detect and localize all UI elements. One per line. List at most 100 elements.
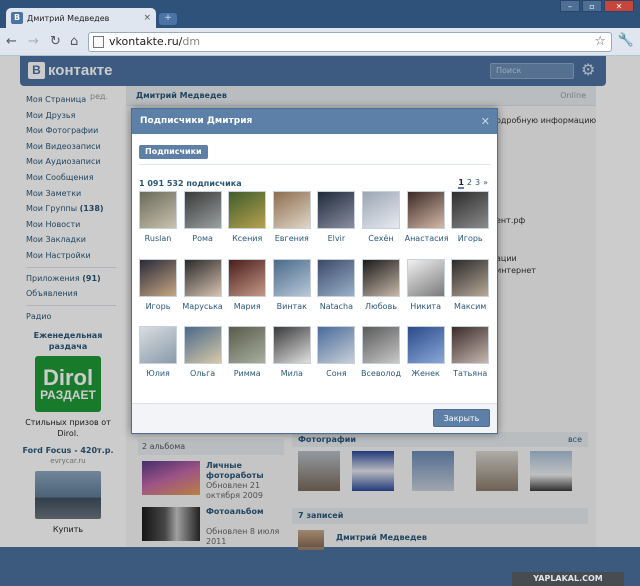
follower-item[interactable]: Любовь [360,258,402,311]
page-icon [93,36,104,48]
follower-item[interactable]: Игорь [449,191,491,243]
follower-photo[interactable] [317,258,356,297]
page-link[interactable]: 1 [458,178,464,189]
follower-photo[interactable] [406,191,445,229]
follower-name[interactable]: Сехён [360,234,402,243]
minimize-button[interactable]: – [560,0,580,12]
follower-photo[interactable] [228,191,267,229]
follower-photo[interactable] [272,191,311,229]
follower-photo[interactable] [406,326,445,364]
follower-photo[interactable] [183,258,222,297]
wrench-menu-icon[interactable]: 🔧 [618,33,634,48]
follower-photo[interactable] [272,326,311,364]
back-button[interactable]: ← [6,34,17,50]
follower-item[interactable]: Мила [271,326,313,378]
follower-photo[interactable] [317,326,356,364]
follower-name[interactable]: Игорь [137,302,179,311]
followers-modal: Подписчики Дмитрия ✕ Подписчики 1 091 53… [131,108,498,434]
follower-name[interactable]: Ruslan [137,234,179,243]
follower-name[interactable]: Винтак [271,302,313,311]
new-tab-button[interactable]: + [159,13,177,25]
url-host: vkontakte.ru/ [109,35,183,48]
reload-button[interactable]: ↻ [50,34,61,50]
browser-tab[interactable]: В Дмитрий Медведев × [6,8,156,28]
follower-name[interactable]: Маруська [182,302,224,311]
close-icon[interactable]: ✕ [481,109,490,134]
follower-photo[interactable] [228,258,267,297]
tab-followers[interactable]: Подписчики [139,145,208,159]
follower-photo[interactable] [272,258,311,297]
follower-item[interactable]: Анастасия [405,191,449,243]
follower-name[interactable]: Мария [226,302,268,311]
follower-item[interactable]: Ольга [182,326,224,378]
page-link[interactable]: 2 [467,178,472,189]
follower-item[interactable]: Рома [182,191,224,243]
bookmark-star-icon[interactable]: ☆ [594,33,606,51]
follower-item[interactable]: Сехён [360,191,402,243]
follower-item[interactable]: Маруська [182,258,224,311]
follower-name[interactable]: Юлия [137,369,179,378]
follower-name[interactable]: Elvir [315,234,357,243]
window-controls: – ▫ ✕ [558,0,634,12]
close-button[interactable]: Закрыть [433,409,490,427]
follower-photo[interactable] [139,191,177,229]
home-button[interactable]: ⌂ [70,34,78,50]
follower-name[interactable]: Максим [449,302,491,311]
follower-item[interactable]: Natacha [315,258,357,311]
page-content: В контакте Поиск ⚙ ред. Моя Страница Мои… [0,56,640,586]
follower-name[interactable]: Соня [315,369,357,378]
follower-name[interactable]: Мила [271,369,313,378]
follower-name[interactable]: Рома [182,234,224,243]
follower-item[interactable]: Максим [449,258,491,311]
follower-item[interactable]: Никита [405,258,447,311]
follower-photo[interactable] [139,258,177,297]
follower-name[interactable]: Ксения [226,234,268,243]
follower-name[interactable]: Natacha [315,302,357,311]
follower-photo[interactable] [362,191,400,229]
follower-item[interactable]: Евгения [271,191,313,243]
follower-photo[interactable] [228,326,267,364]
next-page-link[interactable]: » [483,178,488,189]
follower-item[interactable]: Мария [226,258,268,311]
follower-name[interactable]: Игорь [449,234,491,243]
follower-item[interactable]: Ruslan [137,191,179,243]
follower-name[interactable]: Римма [226,369,268,378]
follower-name[interactable]: Ольга [182,369,224,378]
follower-name[interactable]: Анастасия [405,234,449,243]
follower-photo[interactable] [451,258,490,297]
follower-photo[interactable] [451,191,490,229]
browser-tab-bar: В Дмитрий Медведев × + – ▫ ✕ [0,0,640,28]
follower-item[interactable]: Elvir [315,191,357,243]
follower-item[interactable]: Ксения [226,191,268,243]
follower-item[interactable]: Римма [226,326,268,378]
follower-name[interactable]: Женек [405,369,447,378]
follower-name[interactable]: Любовь [360,302,402,311]
follower-item[interactable]: Игорь [137,258,179,311]
follower-name[interactable]: Всеволод [360,369,402,378]
maximize-button[interactable]: ▫ [582,0,602,12]
page-link[interactable]: 3 [475,178,480,189]
follower-photo[interactable] [139,326,177,364]
follower-item[interactable]: Всеволод [360,326,402,378]
follower-name[interactable]: Татьяна [449,369,491,378]
follower-photo[interactable] [451,326,490,364]
follower-photo[interactable] [317,191,356,229]
follower-photo[interactable] [183,326,222,364]
follower-name[interactable]: Евгения [271,234,313,243]
follower-name[interactable]: Никита [405,302,447,311]
follower-photo[interactable] [362,326,400,364]
follower-item[interactable]: Татьяна [449,326,491,378]
tab-close-icon[interactable]: × [143,13,151,23]
follower-photo[interactable] [406,258,445,297]
follower-photo[interactable] [362,258,400,297]
address-bar[interactable]: vkontakte.ru/dm ☆ [88,32,612,52]
follower-item[interactable]: Женек [405,326,447,378]
follower-item[interactable]: Юлия [137,326,179,378]
close-window-button[interactable]: ✕ [604,0,634,12]
tab-title: Дмитрий Медведев [27,13,110,23]
modal-divider [139,164,491,165]
forward-button[interactable]: → [28,34,39,50]
follower-photo[interactable] [183,191,222,229]
follower-item[interactable]: Соня [315,326,357,378]
follower-item[interactable]: Винтак [271,258,313,311]
